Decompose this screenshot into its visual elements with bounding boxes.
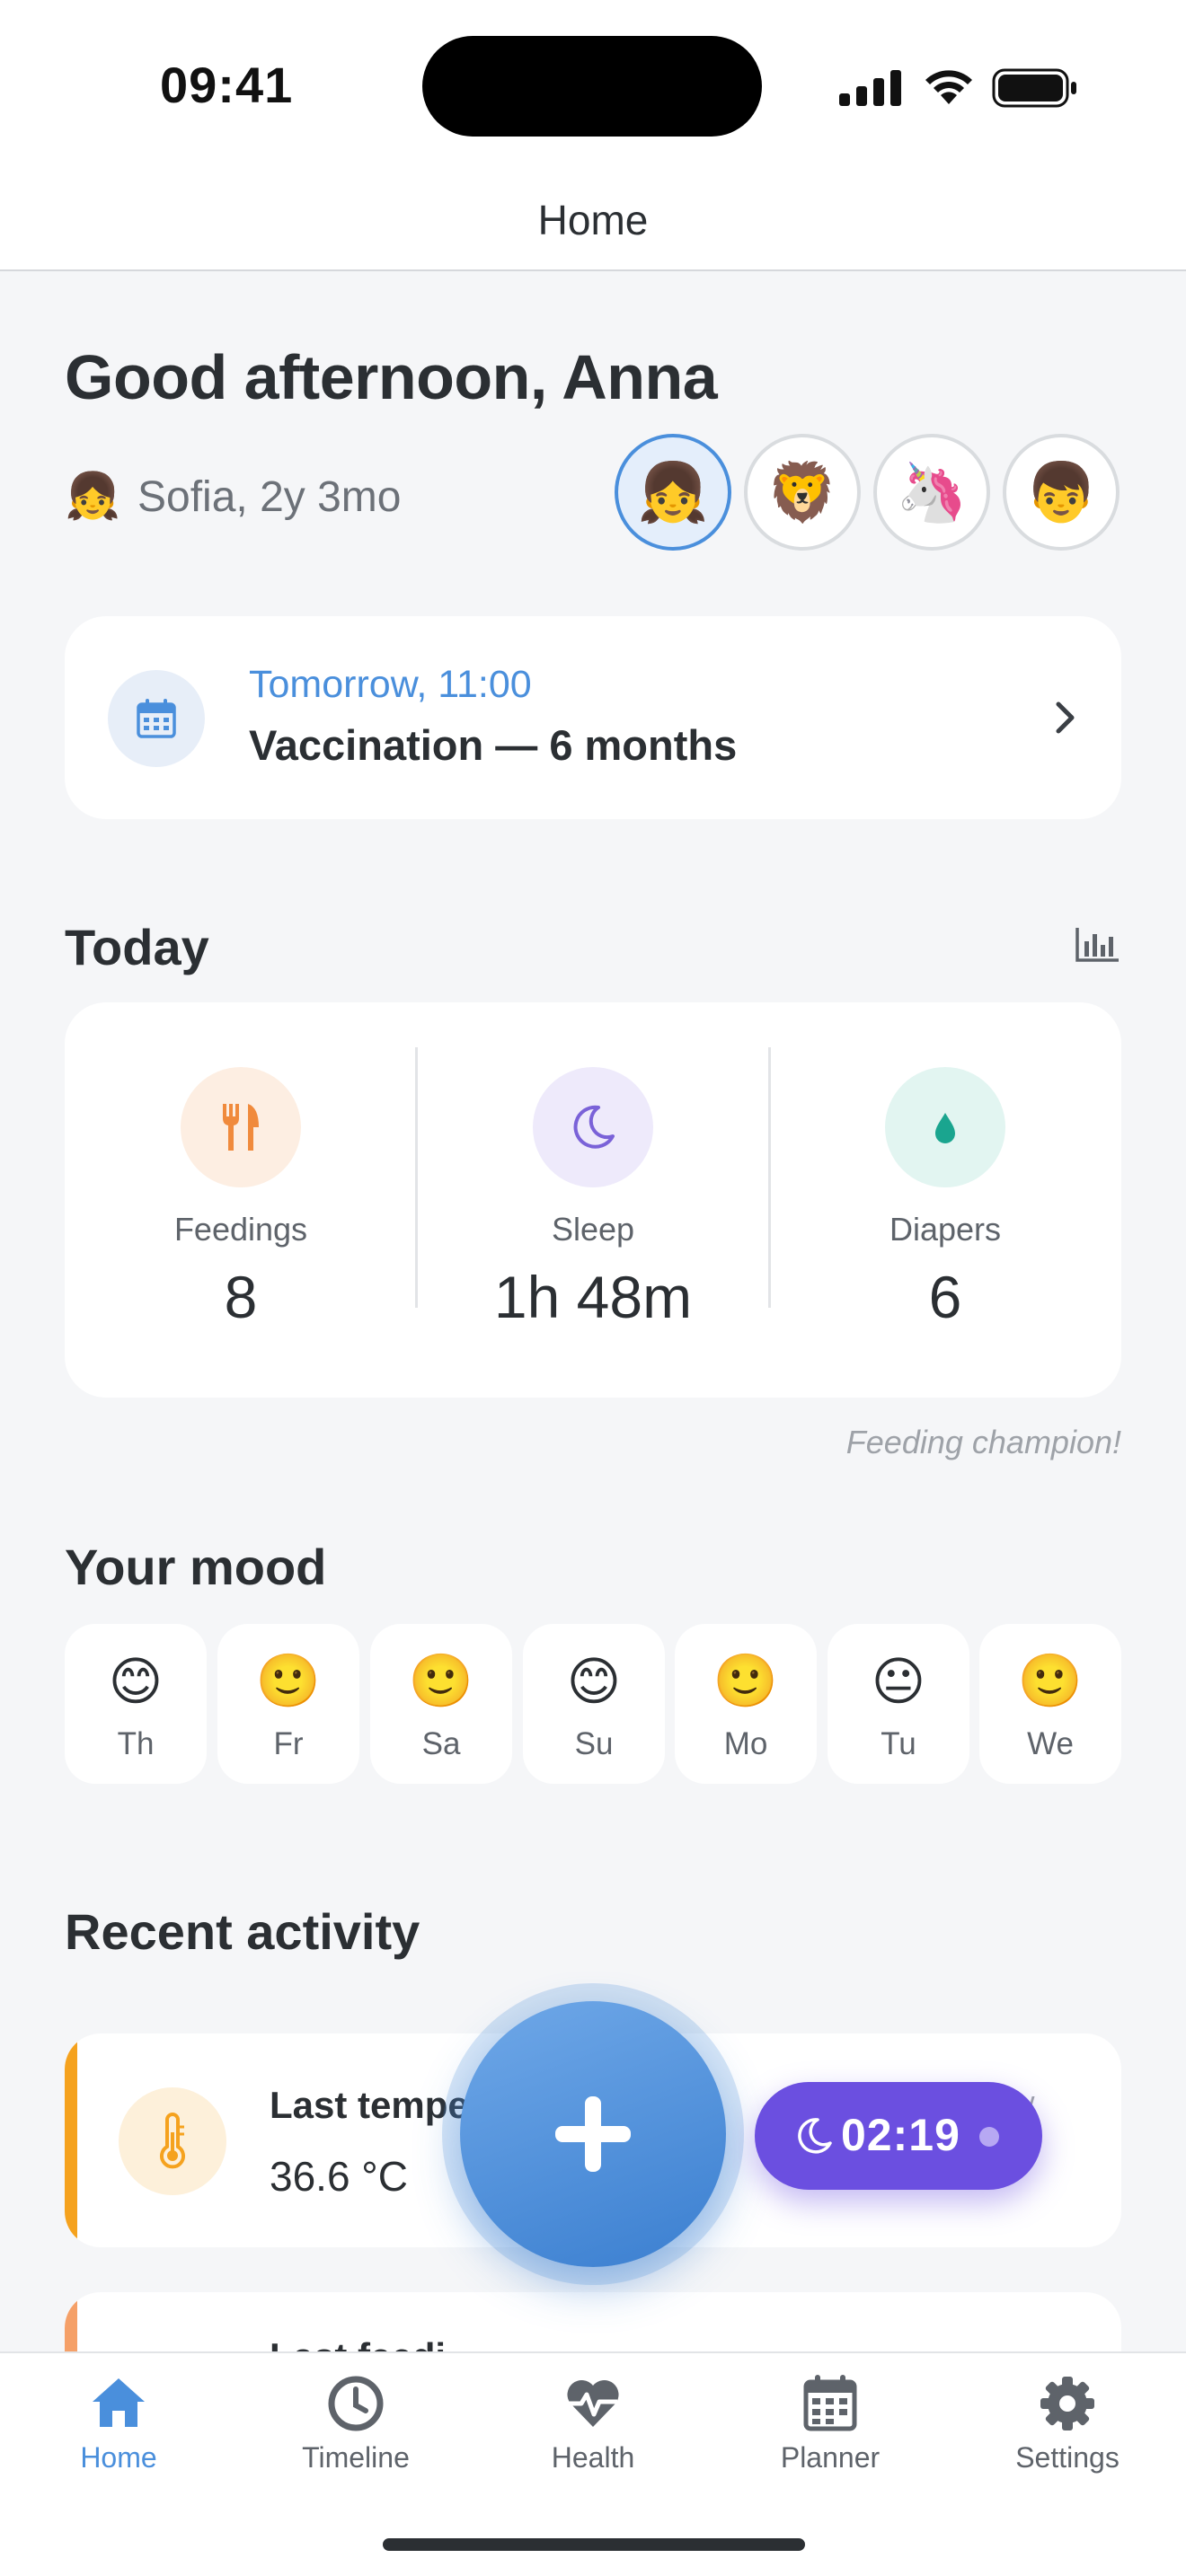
dynamic-island — [422, 36, 762, 137]
mood-section-title: Your mood — [65, 1539, 327, 1595]
today-stats-card — [65, 1002, 1121, 1398]
recent-item-value: 36.6 °C — [270, 2153, 408, 2200]
appointment-time: Tomorrow, 11:00 — [249, 663, 532, 706]
bar-chart-icon[interactable] — [1075, 925, 1121, 963]
home-indicator — [383, 2538, 805, 2551]
mood-day-label: Th — [117, 1726, 155, 1761]
add-entry-button[interactable] — [460, 2001, 726, 2267]
mood-emoji: 😐 — [871, 1653, 926, 1711]
child-avatar-unicorn[interactable]: 🦄 — [873, 434, 990, 551]
mood-day-label: We — [1027, 1726, 1074, 1761]
tab-home[interactable]: Home — [0, 2371, 237, 2497]
tab-health[interactable]: Health — [474, 2371, 712, 2497]
drop-icon — [935, 1113, 955, 1143]
cellular-signal-icon — [839, 70, 901, 106]
child-name-age: Sofia, 2y 3mo — [137, 473, 402, 521]
accent-stripe — [65, 2033, 77, 2247]
stat-label-feedings: Feedings — [173, 1211, 308, 1248]
appointment-icon-wrap — [108, 670, 205, 767]
plus-icon — [555, 2096, 631, 2172]
achievement-note: Feeding champion! — [845, 1424, 1121, 1460]
calendar-icon — [137, 699, 176, 738]
avatar-emoji: 🦁 — [766, 459, 838, 525]
mood-emoji: 😊 — [566, 1653, 622, 1711]
home-icon — [93, 2378, 145, 2427]
mood-day-label: Tu — [881, 1726, 916, 1761]
recent-activity-title: Recent activity — [65, 1903, 420, 1960]
stat-label-sleep: Sleep — [551, 1211, 635, 1248]
mood-day-label: Fr — [273, 1726, 304, 1761]
sleep-icon-wrap — [533, 1067, 653, 1187]
avatar-emoji: 👦 — [1025, 459, 1097, 525]
appointment-title: Vaccination — 6 months — [249, 721, 738, 769]
mood-day-label: Sa — [421, 1726, 461, 1761]
stat-value-feedings: 8 — [224, 1264, 258, 1330]
mood-emoji: 🙂 — [408, 1652, 474, 1710]
heart-pulse-icon — [567, 2379, 619, 2427]
mood-emoji: 🙂 — [712, 1652, 779, 1710]
child-avatar-lion[interactable]: 🦁 — [744, 434, 861, 551]
tab-planner[interactable]: Planner — [712, 2371, 949, 2497]
child-avatar-boy[interactable]: 👦 — [1003, 434, 1120, 551]
mood-day-label: Su — [574, 1726, 614, 1761]
clock-icon — [328, 2376, 384, 2431]
page-title: Home — [537, 197, 649, 243]
sleep-timer-time: 02:19 — [841, 2110, 960, 2160]
calendar-icon — [803, 2375, 857, 2431]
mood-emoji: 🙂 — [255, 1652, 322, 1710]
chevron-right-icon — [1056, 701, 1075, 734]
diapers-icon-wrap — [885, 1067, 1005, 1187]
mood-day-label: Mo — [723, 1726, 768, 1761]
recording-dot — [979, 2127, 999, 2147]
mood-emoji: 😊 — [108, 1653, 164, 1711]
upcoming-appointment-card[interactable] — [65, 616, 1121, 819]
stat-value-sleep: 1h 48m — [493, 1264, 693, 1330]
battery-icon — [992, 68, 1076, 108]
avatar-emoji: 🦄 — [896, 459, 968, 525]
greeting-heading: Good afternoon, Anna — [65, 342, 718, 412]
temperature-icon-wrap — [119, 2087, 226, 2195]
wifi-icon — [925, 70, 972, 104]
tab-label: Health — [551, 2441, 635, 2474]
avatar-emoji: 👧 — [637, 459, 709, 525]
tab-label: Home — [80, 2441, 157, 2474]
moon-icon — [573, 1105, 615, 1149]
feedings-icon-wrap — [181, 1067, 301, 1187]
moon-icon — [798, 2118, 832, 2154]
child-emoji: 👧 — [65, 471, 121, 521]
tab-timeline[interactable]: Timeline — [237, 2371, 474, 2497]
mood-emoji: 🙂 — [1017, 1652, 1084, 1710]
stat-value-diapers: 6 — [928, 1264, 962, 1330]
gear-icon — [1040, 2377, 1094, 2430]
tab-label: Planner — [780, 2441, 881, 2474]
tab-label: Timeline — [302, 2441, 410, 2474]
fork-knife-icon — [223, 1104, 259, 1151]
tab-label: Settings — [1015, 2441, 1120, 2474]
thermometer-icon — [160, 2113, 185, 2169]
today-section-title: Today — [65, 919, 209, 975]
child-avatar-sofia[interactable]: 👧 — [615, 434, 731, 551]
status-time: 09:41 — [160, 57, 294, 113]
tab-settings[interactable]: Settings — [949, 2371, 1186, 2497]
recent-item-title: Last tempe — [270, 2084, 469, 2126]
stat-label-diapers: Diapers — [889, 1211, 1002, 1248]
